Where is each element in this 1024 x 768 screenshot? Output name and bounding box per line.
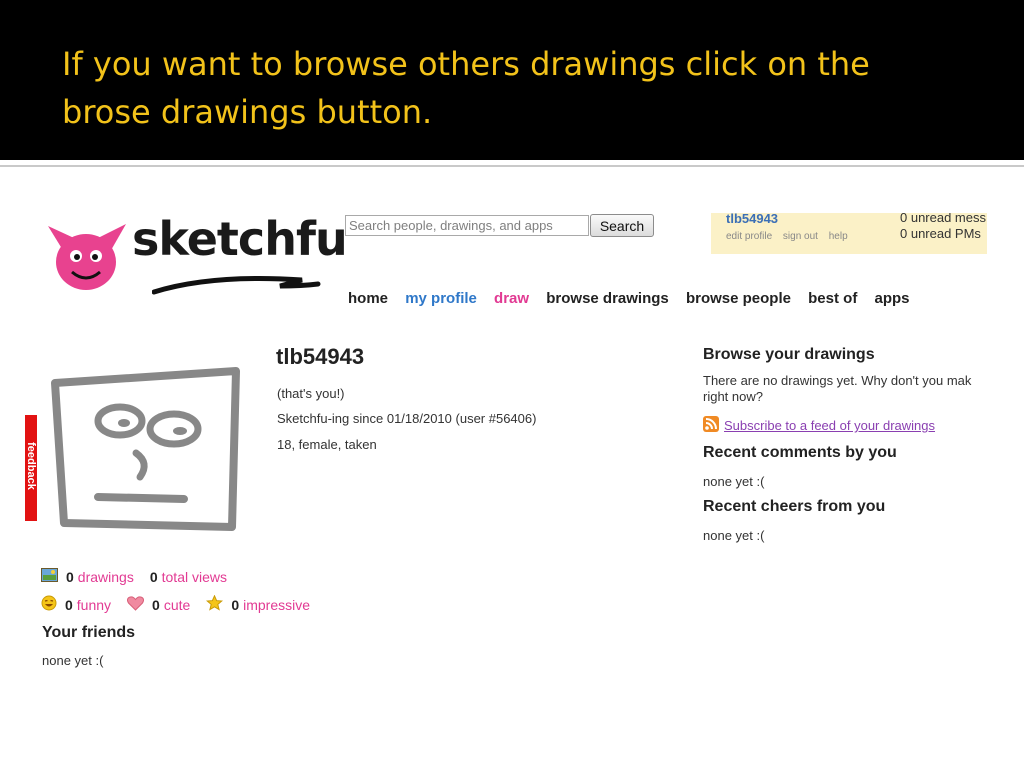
subscribe-feed-link[interactable]: Subscribe to a feed of your drawings — [724, 418, 935, 433]
profile-since: Sketchfu-ing since 01/18/2010 (user #564… — [277, 411, 537, 426]
unread-messages-link[interactable]: 0 unread mess — [900, 213, 986, 226]
profile-details: 18, female, taken — [277, 437, 377, 452]
funny-link[interactable]: funny — [77, 597, 111, 613]
nav-apps[interactable]: apps — [874, 290, 909, 307]
main-nav: home my profile draw browse drawings bro… — [348, 290, 923, 307]
cute-count: 0 — [152, 596, 160, 613]
stats-row-drawings: 0 drawings 0 total views — [41, 568, 243, 585]
logo-wordmark: sketchfu — [132, 212, 348, 266]
total-views-count: 0 — [149, 568, 158, 585]
impressive-count: 0 — [231, 596, 240, 613]
header-divider — [0, 165, 1024, 167]
unread-pms-link[interactable]: 0 unread PMs — [900, 226, 986, 242]
search-button[interactable]: Search — [590, 214, 654, 237]
picture-icon — [41, 568, 58, 585]
search-input[interactable] — [345, 215, 589, 236]
friends-empty: none yet :( — [42, 653, 104, 668]
recent-cheers-title: Recent cheers from you — [703, 498, 886, 515]
nav-browse-people[interactable]: browse people — [686, 290, 791, 307]
user-box-username[interactable]: tlb54943 — [726, 213, 778, 226]
recent-comments-title: Recent comments by you — [703, 444, 897, 461]
message-counts: 0 unread mess 0 unread PMs — [900, 213, 986, 242]
cute-link[interactable]: cute — [164, 597, 190, 613]
impressive-link[interactable]: impressive — [243, 597, 310, 613]
nav-draw[interactable]: draw — [494, 290, 529, 307]
user-box: tlb54943 edit profile sign out help 0 un… — [711, 213, 987, 254]
subscribe-feed: Subscribe to a feed of your drawings — [703, 416, 935, 435]
drawings-count: 0 — [66, 568, 74, 585]
feedback-label: feedback — [25, 442, 37, 490]
nav-my-profile[interactable]: my profile — [405, 290, 477, 307]
edit-profile-link[interactable]: edit profile — [726, 231, 772, 242]
browse-your-drawings-title: Browse your drawings — [703, 346, 875, 363]
laughing-face-icon — [41, 595, 57, 614]
profile-thats-you: (that's you!) — [277, 386, 345, 401]
sign-out-link[interactable]: sign out — [783, 231, 818, 242]
recent-comments-empty: none yet :( — [703, 474, 765, 489]
browse-your-drawings-text: There are no drawings yet. Why don't you… — [703, 373, 972, 404]
total-views-link[interactable]: total views — [162, 569, 227, 585]
stats-row-cheers: 0 funny 0 cute 0 impressive — [41, 594, 326, 614]
slide-title: If you want to browse others drawings cl… — [62, 45, 870, 131]
recent-cheers-empty: none yet :( — [703, 528, 765, 543]
avatar — [51, 367, 240, 531]
star-icon — [206, 594, 224, 614]
feedback-tab[interactable]: feedback — [25, 415, 37, 521]
friends-title: Your friends — [42, 624, 136, 641]
nav-browse-drawings[interactable]: browse drawings — [546, 290, 669, 307]
rss-feed-icon — [703, 416, 719, 435]
help-link[interactable]: help — [829, 231, 848, 242]
nav-home[interactable]: home — [348, 290, 388, 307]
funny-count: 0 — [65, 596, 73, 613]
heart-icon — [127, 595, 145, 614]
nav-best-of[interactable]: best of — [808, 290, 857, 307]
user-box-links: edit profile sign out help — [726, 231, 856, 242]
drawings-link[interactable]: drawings — [78, 569, 134, 585]
logo-underline — [152, 276, 321, 295]
profile-username: tlb54943 — [276, 344, 365, 369]
